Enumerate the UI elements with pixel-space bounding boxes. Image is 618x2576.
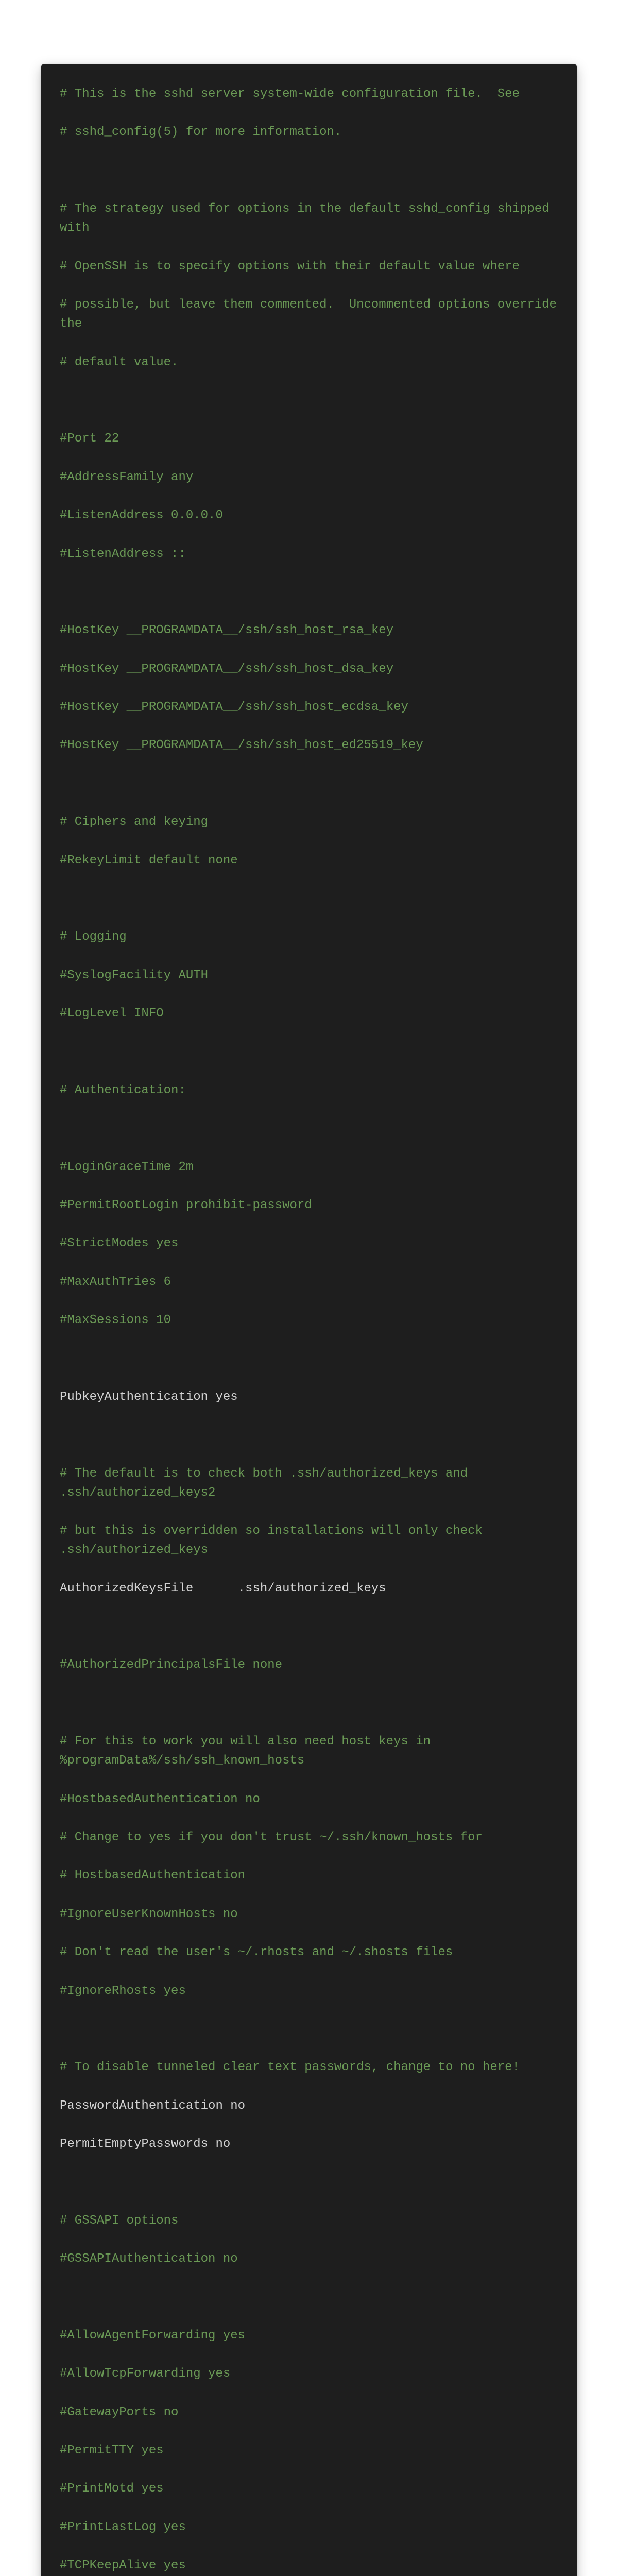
code-line: # The strategy used for options in the d… bbox=[60, 199, 558, 238]
code-line: #LoginGraceTime 2m bbox=[60, 1158, 558, 1177]
code-line: # This is the sshd server system-wide co… bbox=[60, 84, 558, 104]
code-line: # For this to work you will also need ho… bbox=[60, 1732, 558, 1770]
code-line: # The default is to check both .ssh/auth… bbox=[60, 1464, 558, 1502]
code-line bbox=[60, 2173, 558, 2192]
code-line: #GatewayPorts no bbox=[60, 2403, 558, 2422]
code-line bbox=[60, 1349, 558, 1368]
code-line: # To disable tunneled clear text passwor… bbox=[60, 2058, 558, 2077]
code-line: #AllowAgentForwarding yes bbox=[60, 2326, 558, 2345]
code-line: #MaxAuthTries 6 bbox=[60, 1273, 558, 1292]
code-line: # Authentication: bbox=[60, 1081, 558, 1100]
code-line: # Ciphers and keying bbox=[60, 812, 558, 832]
code-line: #HostKey __PROGRAMDATA__/ssh/ssh_host_ec… bbox=[60, 698, 558, 717]
code-line: AuthorizedKeysFile .ssh/authorized_keys bbox=[60, 1579, 558, 1598]
code-line: #AddressFamily any bbox=[60, 468, 558, 487]
code-line: # sshd_config(5) for more information. bbox=[60, 123, 558, 142]
code-line bbox=[60, 161, 558, 180]
code-line: #ListenAddress 0.0.0.0 bbox=[60, 506, 558, 525]
code-line: #ListenAddress :: bbox=[60, 545, 558, 564]
code-line: #HostKey __PROGRAMDATA__/ssh/ssh_host_ed… bbox=[60, 736, 558, 755]
code-line: #TCPKeepAlive yes bbox=[60, 2556, 558, 2575]
code-line: #HostKey __PROGRAMDATA__/ssh/ssh_host_ds… bbox=[60, 659, 558, 679]
code-line bbox=[60, 1119, 558, 1138]
code-line: PermitEmptyPasswords no bbox=[60, 2134, 558, 2154]
code-line: #IgnoreRhosts yes bbox=[60, 1981, 558, 2001]
code-line bbox=[60, 2020, 558, 2039]
page: # This is the sshd server system-wide co… bbox=[0, 0, 618, 2576]
code-line: #IgnoreUserKnownHosts no bbox=[60, 1905, 558, 1924]
code-line bbox=[60, 1426, 558, 1445]
code-line: #MaxSessions 10 bbox=[60, 1311, 558, 1330]
code-line: #PermitRootLogin prohibit-password bbox=[60, 1196, 558, 1215]
code-line: #SyslogFacility AUTH bbox=[60, 966, 558, 985]
code-line: #GSSAPIAuthentication no bbox=[60, 2249, 558, 2268]
code-line: # possible, but leave them commented. Un… bbox=[60, 295, 558, 333]
code-line: # HostbasedAuthentication bbox=[60, 1866, 558, 1885]
code-line: PubkeyAuthentication yes bbox=[60, 1387, 558, 1406]
code-line: #PrintMotd yes bbox=[60, 2479, 558, 2498]
sshd-config-code-block[interactable]: # This is the sshd server system-wide co… bbox=[41, 64, 577, 2576]
code-line bbox=[60, 1617, 558, 1636]
code-line bbox=[60, 391, 558, 410]
code-line: #HostKey __PROGRAMDATA__/ssh/ssh_host_rs… bbox=[60, 621, 558, 640]
code-line: PasswordAuthentication no bbox=[60, 2096, 558, 2115]
code-line bbox=[60, 1042, 558, 1061]
code-line: #AllowTcpForwarding yes bbox=[60, 2364, 558, 2383]
code-line bbox=[60, 1694, 558, 1713]
code-line bbox=[60, 2288, 558, 2307]
code-line bbox=[60, 889, 558, 908]
code-line: # GSSAPI options bbox=[60, 2211, 558, 2230]
code-line: # Logging bbox=[60, 927, 558, 946]
code-line: #Port 22 bbox=[60, 429, 558, 448]
code-line: # OpenSSH is to specify options with the… bbox=[60, 257, 558, 276]
code-line: #AuthorizedPrincipalsFile none bbox=[60, 1655, 558, 1674]
code-line: #HostbasedAuthentication no bbox=[60, 1790, 558, 1809]
code-line: #RekeyLimit default none bbox=[60, 851, 558, 870]
code-line: #StrictModes yes bbox=[60, 1234, 558, 1253]
code-line: # default value. bbox=[60, 353, 558, 372]
code-line bbox=[60, 774, 558, 793]
code-line: #PermitTTY yes bbox=[60, 2441, 558, 2460]
code-line bbox=[60, 583, 558, 602]
code-line: # Change to yes if you don't trust ~/.ss… bbox=[60, 1828, 558, 1847]
code-line: #LogLevel INFO bbox=[60, 1004, 558, 1023]
code-line: # Don't read the user's ~/.rhosts and ~/… bbox=[60, 1943, 558, 1962]
code-line: # but this is overridden so installation… bbox=[60, 1521, 558, 1560]
code-line: #PrintLastLog yes bbox=[60, 2518, 558, 2537]
